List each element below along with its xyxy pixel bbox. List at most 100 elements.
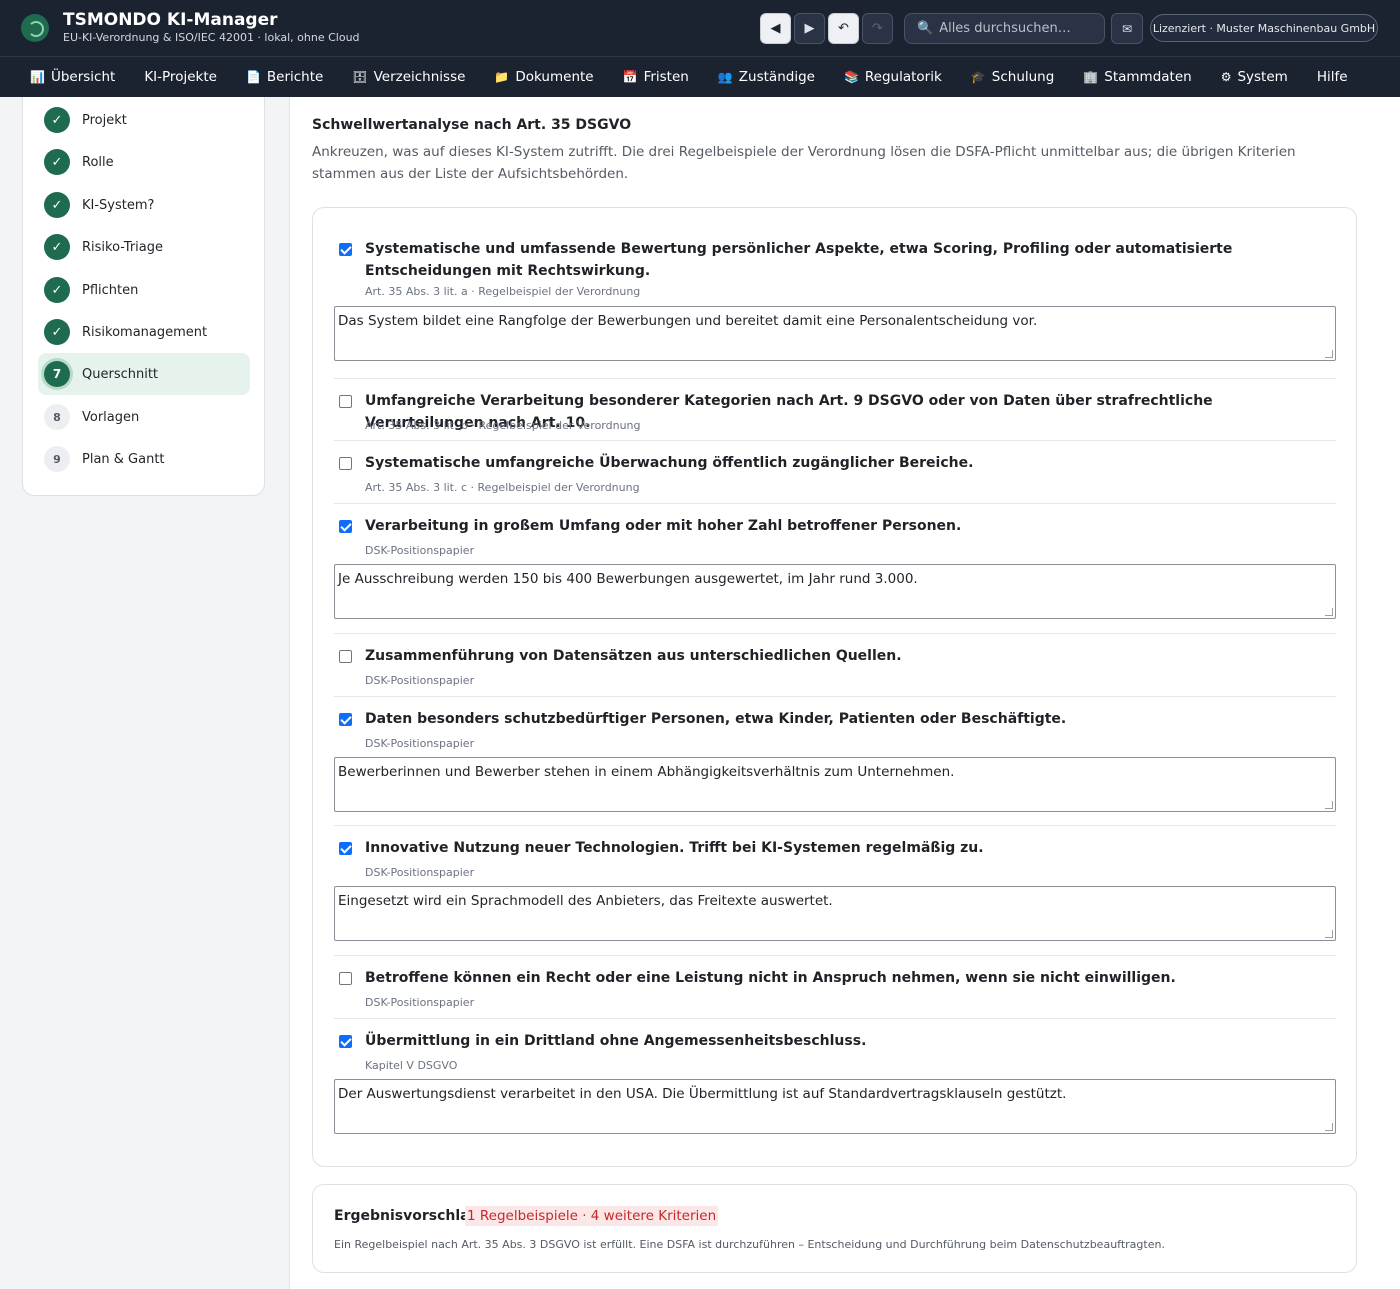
check-icon: ✓: [44, 149, 70, 175]
sidebar-step-7[interactable]: 7 Querschnitt: [38, 353, 250, 395]
result-text: Ein Regelbeispiel nach Art. 35 Abs. 3 DS…: [334, 1238, 1165, 1251]
arrow-left-icon: ◀: [770, 21, 781, 36]
search-input[interactable]: 🔍 Alles durchsuchen…: [904, 13, 1105, 44]
undo-icon: ↶: [838, 21, 849, 36]
criterion-checkbox[interactable]: [339, 842, 352, 855]
nav-label: Berichte: [266, 69, 324, 85]
nav-item-1[interactable]: KI-Projekte: [144, 69, 217, 85]
nav-item-10[interactable]: ⚙ System: [1221, 69, 1288, 85]
sidebar-step-3[interactable]: ✓ KI-System?: [38, 184, 250, 226]
messages-button[interactable]: ✉: [1111, 13, 1143, 44]
nav-icon: 🎓: [970, 70, 986, 84]
license-badge[interactable]: Lizenziert · Muster Maschinenbau GmbH: [1150, 14, 1378, 42]
nav-icon: 📅: [622, 70, 638, 84]
redo-button[interactable]: ↷: [862, 13, 893, 44]
main-content: Schwellwertanalyse nach Art. 35 DSGVO An…: [289, 97, 1400, 1289]
criterion-row: Verarbeitung in großem Umfang oder mit h…: [334, 503, 1336, 634]
criterion-row: Betroffene können ein Recht oder eine Le…: [334, 955, 1336, 1019]
nav-label: Schulung: [991, 69, 1055, 85]
criterion-source: DSK-Positionspapier: [365, 737, 475, 750]
criterion-source: Art. 35 Abs. 3 lit. a · Regelbeispiel de…: [365, 285, 641, 298]
criterion-row: Übermittlung in ein Drittland ohne Angem…: [334, 1018, 1336, 1148]
criterion-checkbox[interactable]: [339, 520, 352, 533]
criterion-title: Systematische und umfassende Bewertung p…: [365, 241, 1233, 279]
criterion-row: Innovative Nutzung neuer Technologien. T…: [334, 825, 1336, 956]
nav-item-5[interactable]: 📅 Fristen: [623, 69, 689, 85]
check-icon: ✓: [44, 277, 70, 303]
criterion-checkbox[interactable]: [339, 713, 352, 726]
criterion-note-textarea[interactable]: Der Auswertungsdienst verarbeitet in den…: [334, 1079, 1336, 1134]
criterion-checkbox[interactable]: [339, 650, 352, 663]
sidebar-step-1[interactable]: ✓ Projekt: [38, 99, 250, 141]
nav-label: Hilfe: [1316, 69, 1348, 85]
nav-item-4[interactable]: 📁 Dokumente: [494, 69, 593, 85]
criterion-note-textarea[interactable]: Bewerberinnen und Bewerber stehen in ein…: [334, 757, 1336, 812]
search-icon: 🔍: [917, 21, 934, 36]
redo-icon: ↷: [872, 21, 883, 36]
check-icon: ✓: [44, 192, 70, 218]
criterion-row: Umfangreiche Verarbeitung besonderer Kat…: [334, 378, 1336, 440]
step-label: Rolle: [82, 154, 114, 170]
criterion-title: Verarbeitung in großem Umfang oder mit h…: [365, 518, 962, 534]
check-icon: ✓: [44, 319, 70, 345]
nav-item-6[interactable]: 👥 Zuständige: [718, 69, 815, 85]
result-title: Ergebnisvorschlag: [334, 1208, 480, 1224]
criterion-checkbox[interactable]: [339, 243, 352, 256]
app-logo-icon: [21, 14, 49, 42]
criterion-note-textarea[interactable]: Das System bildet eine Rangfolge der Bew…: [334, 306, 1336, 361]
criterion-title: Zusammenführung von Datensätzen aus unte…: [365, 648, 902, 664]
sidebar-step-9[interactable]: 9 Plan & Gantt: [38, 438, 250, 480]
back-button[interactable]: ◀: [760, 13, 791, 44]
nav-label: Regulatorik: [864, 69, 942, 85]
criterion-checkbox[interactable]: [339, 1035, 352, 1048]
step-label: Plan & Gantt: [82, 451, 165, 467]
nav-label: System: [1237, 69, 1288, 85]
criterion-note-textarea[interactable]: Je Ausschreibung werden 150 bis 400 Bewe…: [334, 564, 1336, 619]
criteria-card: Systematische und umfassende Bewertung p…: [312, 207, 1357, 1167]
nav-label: Fristen: [643, 69, 689, 85]
forward-button[interactable]: ▶: [794, 13, 825, 44]
nav-item-2[interactable]: 📄 Berichte: [246, 69, 323, 85]
criterion-note-textarea[interactable]: Eingesetzt wird ein Sprachmodell des Anb…: [334, 886, 1336, 941]
nav-item-9[interactable]: 🏢 Stammdaten: [1083, 69, 1191, 85]
step-label: Querschnitt: [82, 366, 159, 382]
nav-item-3[interactable]: 🗄 Verzeichnisse: [352, 69, 465, 85]
sidebar-step-5[interactable]: ✓ Pflichten: [38, 269, 250, 311]
step-number: 8: [44, 404, 70, 430]
criterion-row: Zusammenführung von Datensätzen aus unte…: [334, 633, 1336, 696]
check-icon: ✓: [44, 234, 70, 260]
nav-icon: 📁: [494, 70, 510, 84]
wizard-steps-sidebar: ✓ Projekt ✓ Rolle ✓ KI-System? ✓ Risiko-Triage ✓…: [22, 97, 265, 496]
criterion-checkbox[interactable]: [339, 457, 352, 470]
sidebar-step-4[interactable]: ✓ Risiko-Triage: [38, 226, 250, 268]
criterion-row: Systematische und umfassende Bewertung p…: [334, 228, 1336, 379]
nav-item-0[interactable]: 📊 Übersicht: [30, 69, 115, 85]
criterion-title: Innovative Nutzung neuer Technologien. T…: [365, 840, 984, 856]
sidebar-step-6[interactable]: ✓ Risikomanagement: [38, 311, 250, 353]
nav-item-8[interactable]: 🎓 Schulung: [971, 69, 1055, 85]
step-label: Pflichten: [82, 282, 139, 298]
criterion-source: Art. 35 Abs. 3 lit. b · Regelbeispiel de…: [365, 419, 641, 432]
criterion-checkbox[interactable]: [339, 972, 352, 985]
mail-icon: ✉: [1121, 21, 1133, 36]
criterion-checkbox[interactable]: [339, 395, 352, 408]
step-number: 9: [44, 446, 70, 472]
nav-icon: 📚: [843, 70, 859, 84]
main-navigation: 📊 Übersicht KI-Projekte 📄 Berichte 🗄 Verzeichn…: [0, 56, 1400, 97]
nav-label: KI-Projekte: [144, 69, 217, 85]
sidebar-step-8[interactable]: 8 Vorlagen: [38, 396, 250, 438]
sidebar-step-2[interactable]: ✓ Rolle: [38, 141, 250, 183]
nav-label: Zuständige: [738, 69, 815, 85]
undo-button[interactable]: ↶: [828, 13, 859, 44]
criterion-source: DSK-Positionspapier: [365, 544, 475, 557]
section-title: Schwellwertanalyse nach Art. 35 DSGVO: [312, 117, 632, 133]
nav-icon: 🏢: [1083, 70, 1099, 84]
arrow-right-icon: ▶: [804, 21, 815, 36]
criterion-title: Betroffene können ein Recht oder eine Le…: [365, 970, 1176, 986]
nav-item-7[interactable]: 📚 Regulatorik: [844, 69, 942, 85]
criterion-source: DSK-Positionspapier: [365, 996, 475, 1009]
search-placeholder: Alles durchsuchen…: [939, 21, 1071, 36]
nav-item-11[interactable]: Hilfe: [1317, 69, 1348, 85]
step-number: 7: [44, 361, 70, 387]
nav-label: Verzeichnisse: [373, 69, 466, 85]
